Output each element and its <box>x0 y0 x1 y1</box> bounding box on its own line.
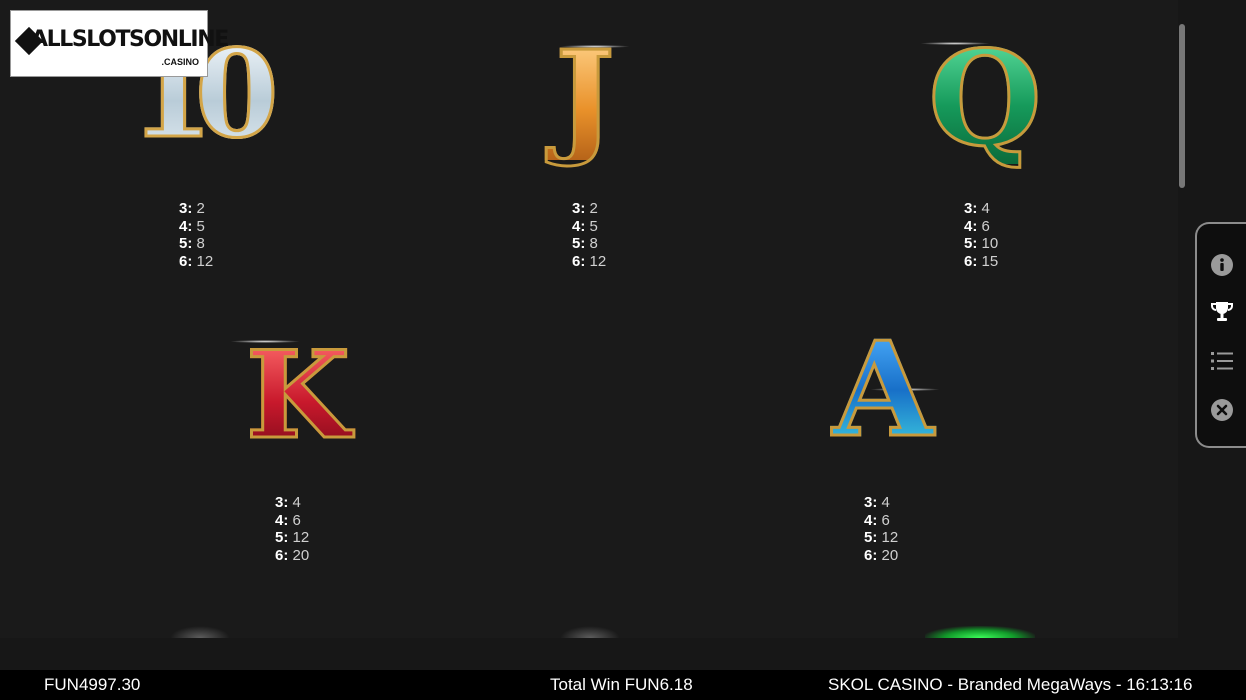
paytable-button[interactable] <box>1207 297 1237 327</box>
info-button[interactable] <box>1207 250 1237 280</box>
side-menu <box>1195 222 1246 448</box>
total-win-display: Total Win FUN6.18 <box>550 675 693 694</box>
pays-ace: 3: 4 4: 6 5: 12 6: 20 <box>864 494 899 564</box>
symbol-jack: J <box>530 33 640 161</box>
balance-display: FUN4997.30 <box>44 675 141 694</box>
symbol-peek <box>170 626 230 638</box>
info-icon <box>1211 254 1233 276</box>
rules-button[interactable] <box>1207 346 1237 376</box>
pays-king: 3: 4 4: 6 5: 12 6: 20 <box>275 494 310 564</box>
logo-subtext: .CASINO <box>161 57 199 67</box>
close-icon <box>1211 399 1233 421</box>
scrollbar-thumb[interactable] <box>1179 24 1185 188</box>
symbol-king: K <box>228 334 368 457</box>
casino-game-clock: SKOL CASINO - Branded MegaWays - 16:13:1… <box>828 675 1193 694</box>
symbol-ace: A <box>808 323 958 456</box>
symbol-queen: Q <box>910 32 1060 165</box>
symbol-peek-green <box>925 626 1035 638</box>
paytable-panel: 10 3: 2 4: 5 5: 8 6: 12 J 3: 2 4: 5 5: 8… <box>0 0 1178 638</box>
pays-queen: 3: 4 4: 6 5: 10 6: 15 <box>964 200 999 270</box>
symbol-peek <box>560 626 620 638</box>
list-icon <box>1211 352 1233 370</box>
allslotsonline-logo: ALLSLOTSONLINE .CASINO <box>10 10 229 77</box>
close-button[interactable] <box>1207 395 1237 425</box>
pays-jack: 3: 2 4: 5 5: 8 6: 12 <box>572 200 607 270</box>
trophy-icon <box>1211 302 1233 321</box>
pays-ten: 3: 2 4: 5 5: 8 6: 12 <box>179 200 214 270</box>
status-bar: FUN4997.30 Total Win FUN6.18 SKOL CASINO… <box>0 670 1246 700</box>
logo-text: ALLSLOTSONLINE <box>31 27 229 52</box>
